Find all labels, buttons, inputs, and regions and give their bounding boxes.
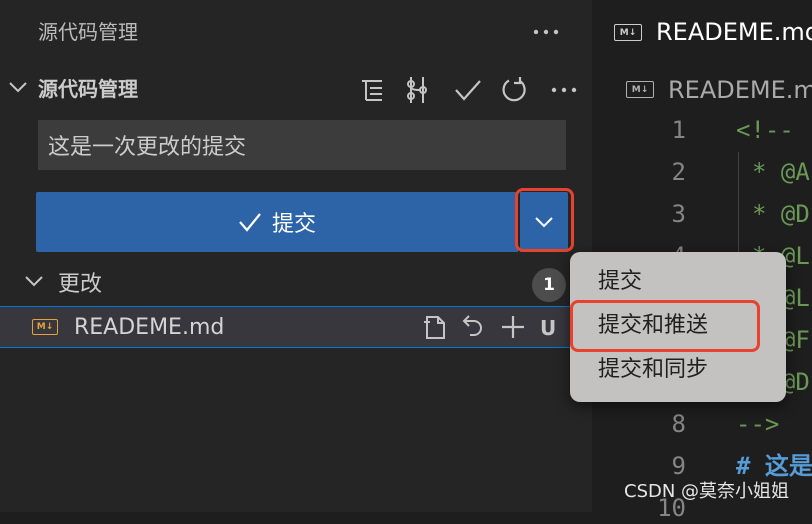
open-file-icon[interactable] (420, 312, 450, 342)
line-number: 2 (671, 158, 686, 186)
breadcrumb[interactable]: READEME.md (668, 74, 812, 106)
code-line[interactable]: <!-- (736, 114, 794, 146)
menu-item-commit[interactable]: 提交 (598, 266, 642, 298)
changed-file-name[interactable]: READEME.md (74, 313, 224, 343)
commit-message-input[interactable] (38, 120, 566, 170)
line-number: 8 (671, 410, 686, 438)
view-title: 源代码管理 (38, 20, 138, 44)
check-icon[interactable] (452, 74, 484, 106)
changes-count-badge: 1 (532, 268, 566, 302)
chevron-down-icon[interactable] (8, 80, 28, 94)
code-line-heading[interactable]: # 这是 (736, 450, 812, 482)
view-more-icon[interactable] (532, 18, 560, 46)
stage-changes-icon[interactable] (498, 312, 528, 342)
discard-changes-icon[interactable] (458, 312, 488, 342)
menu-item-commit-and-push[interactable]: 提交和推送 (598, 310, 708, 342)
code-line[interactable]: --> (736, 408, 779, 440)
chevron-down-icon (534, 216, 554, 228)
line-number: 3 (671, 200, 686, 228)
markdown-file-icon: M↓ (614, 24, 642, 41)
code-line[interactable]: * @A (752, 156, 810, 188)
markdown-file-icon: M↓ (32, 319, 58, 335)
git-graph-icon[interactable] (402, 74, 434, 106)
commit-button[interactable]: 提交 (36, 192, 518, 252)
commit-button-label: 提交 (271, 212, 316, 237)
tab-label[interactable]: READEME.md (656, 16, 812, 48)
refresh-icon[interactable] (498, 74, 530, 106)
check-icon (238, 212, 262, 232)
chevron-down-icon[interactable] (24, 274, 44, 288)
section-title: 源代码管理 (38, 77, 138, 101)
line-number: 1 (671, 116, 686, 144)
line-number: 9 (671, 452, 686, 480)
commit-options-dropdown-button[interactable] (520, 192, 568, 252)
file-status-untracked: U (540, 316, 557, 340)
changes-group-label[interactable]: 更改 (58, 270, 102, 300)
menu-item-commit-and-sync[interactable]: 提交和同步 (598, 354, 708, 386)
list-tree-icon[interactable] (356, 74, 388, 106)
markdown-file-icon: M↓ (626, 81, 654, 98)
more-icon[interactable] (548, 74, 580, 106)
code-line[interactable]: * @D (752, 198, 810, 230)
watermark: CSDN @莫奈小姐姐 (624, 481, 790, 502)
